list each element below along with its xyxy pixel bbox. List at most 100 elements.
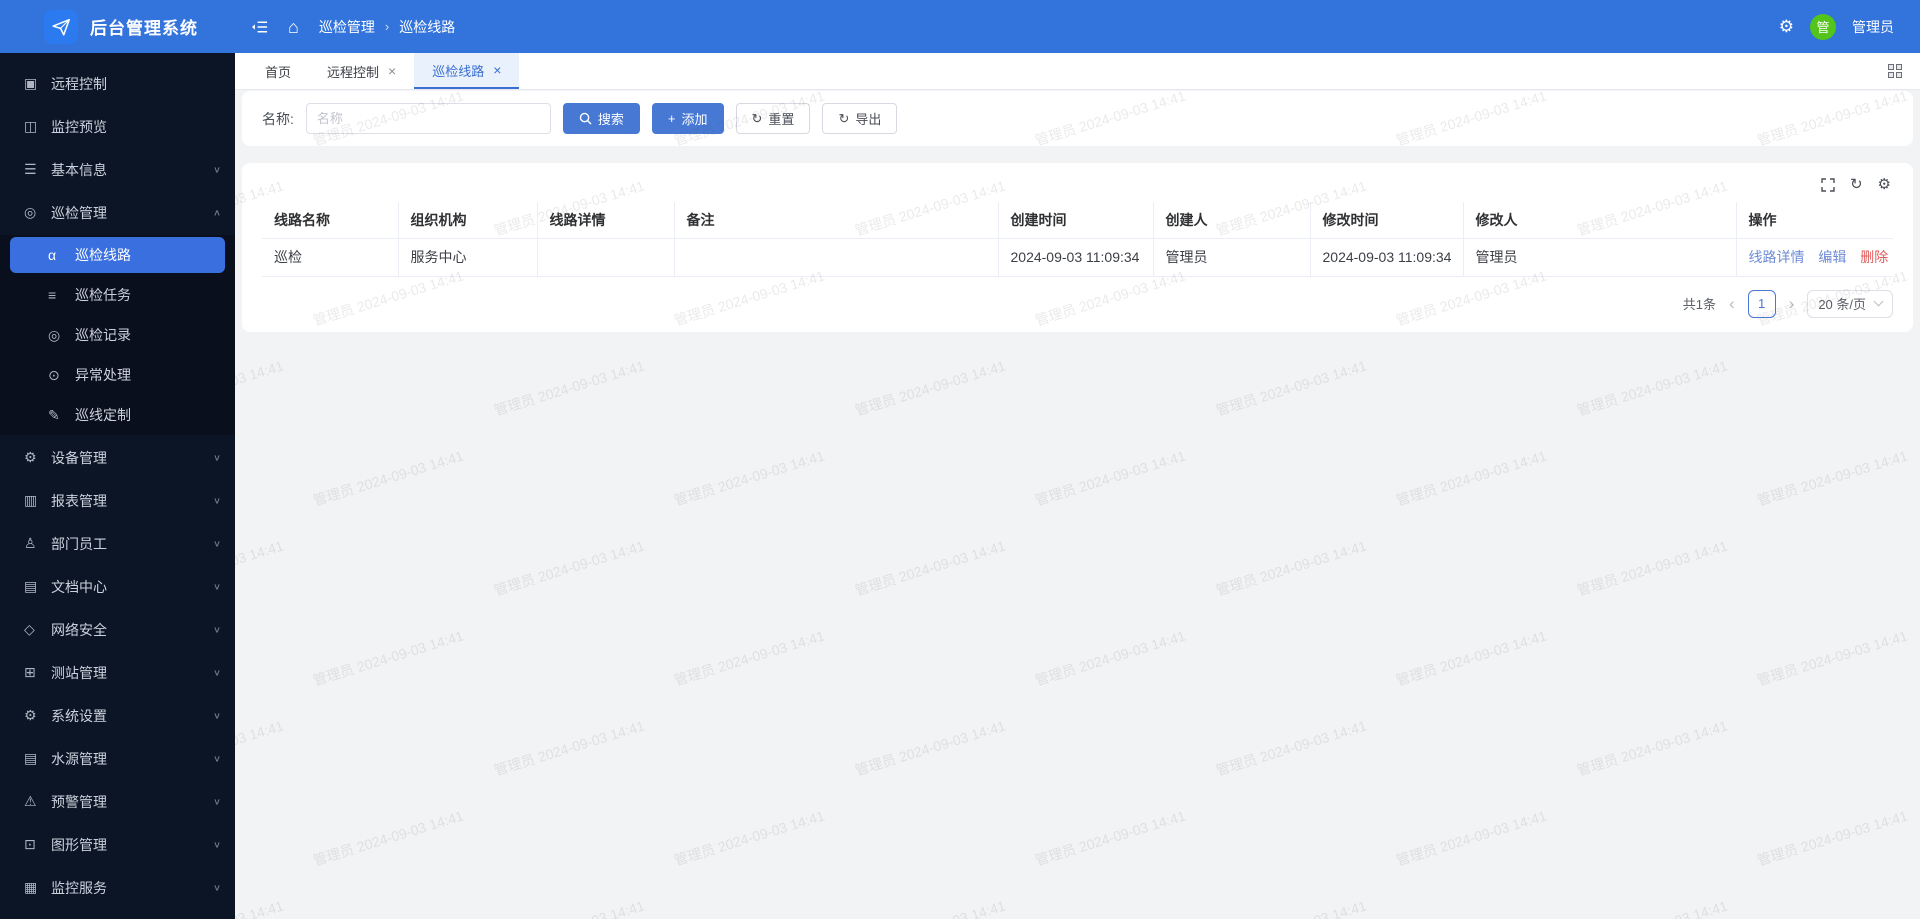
filter-bar: 名称: 搜索 + 添加 ↻ 重置 <box>242 91 1913 146</box>
scan-icon: ⊡ <box>24 836 36 852</box>
sidebar-item-remote-control[interactable]: ▣ 远程控制 <box>0 63 235 104</box>
sidebar-item-inspection-record[interactable]: ◎ 巡检记录 <box>0 315 235 355</box>
brand: 后台管理系统 <box>0 9 235 44</box>
sidebar-item-code-generation[interactable]: ▧ 代码生成 ∨ <box>0 910 235 919</box>
chevron-icon: ∨ <box>212 797 221 807</box>
sidebar-item-basic-info[interactable]: ☰ 基本信息 ∨ <box>0 149 235 190</box>
watermark-text: 管理员 2024-09-03 14:41 <box>1574 896 1729 919</box>
table-card: ↻ ⚙ 线路名称 组织机构 线路详情 备注 创建时间 创建人 修改时间 修改人 … <box>242 163 1913 332</box>
watermark-text: 管理员 2024-09-03 14:41 <box>311 627 466 689</box>
watermark-text: 管理员 2024-09-03 14:41 <box>1394 447 1549 509</box>
close-icon[interactable]: × <box>388 64 396 78</box>
watermark-text: 管理员 2024-09-03 14:41 <box>235 717 286 778</box>
page-size-select[interactable]: 20 条/页 <box>1807 289 1893 318</box>
search-button[interactable]: 搜索 <box>562 103 640 134</box>
chevron-icon: ∨ <box>212 496 221 506</box>
sidebar-item-inspection-mgmt[interactable]: ◎ 巡检管理 ∧ <box>0 192 235 233</box>
sidebar-item-label: 设备管理 <box>51 449 107 466</box>
document-icon: ▤ <box>24 750 38 766</box>
record-icon: ◎ <box>48 326 61 343</box>
name-filter-input[interactable] <box>305 103 551 134</box>
watermark-text: 管理员 2024-09-03 14:41 <box>1213 896 1368 919</box>
cell-actions: 线路详情 编辑 删除 <box>1736 238 1893 277</box>
sidebar-item-water-source[interactable]: ▤ 水源管理 ∨ <box>0 738 235 779</box>
chevron-icon: ∨ <box>212 668 221 678</box>
sidebar-item-label: 基本信息 <box>51 161 107 178</box>
sidebar-item-exception-handle[interactable]: ⊙ 异常处理 <box>0 355 235 395</box>
sidebar-item-inspection-task[interactable]: ≡ 巡检任务 <box>0 275 235 315</box>
tab-inspection-route[interactable]: 巡检线路 × <box>414 53 520 89</box>
column-header: 线路详情 <box>537 202 675 239</box>
layout-grid-icon[interactable] <box>1888 64 1902 78</box>
sidebar-item-label: 水源管理 <box>51 750 107 767</box>
shield-icon: ◇ <box>24 621 35 637</box>
table-settings-icon[interactable]: ⚙ <box>1878 177 1891 192</box>
avatar[interactable]: 管 <box>1810 13 1836 40</box>
sidebar-item-device-mgmt[interactable]: ⚙ 设备管理 ∨ <box>0 437 235 478</box>
tab-label: 远程控制 <box>327 64 380 80</box>
next-page-icon[interactable]: › <box>1789 295 1795 312</box>
chevron-icon: ∧ <box>212 208 221 218</box>
tabbar-right <box>1888 53 1920 89</box>
breadcrumb-current[interactable]: 巡检线路 <box>399 17 455 37</box>
add-button[interactable]: + 添加 <box>651 103 724 134</box>
sidebar-item-system-settings[interactable]: ⚙ 系统设置 ∨ <box>0 695 235 736</box>
settings-gear-icon[interactable]: ⚙ <box>1779 18 1794 35</box>
topbar-right: ⚙ 管 管理员 <box>1779 13 1894 40</box>
table-header-row: 线路名称 组织机构 线路详情 备注 创建时间 创建人 修改时间 修改人 操作 <box>262 202 1893 239</box>
chevron-icon: ∨ <box>212 840 221 850</box>
watermark-text: 管理员 2024-09-03 14:41 <box>311 807 466 869</box>
tab-remote-control[interactable]: 远程控制 × <box>309 53 414 89</box>
tab-bar: 首页 远程控制 × 巡检线路 × <box>235 53 1920 90</box>
watermark-text: 管理员 2024-09-03 14:41 <box>492 537 647 599</box>
sidebar-item-label: 远程控制 <box>51 75 107 92</box>
sidebar-item-alert-mgmt[interactable]: ⚠ 预警管理 ∨ <box>0 781 235 822</box>
export-button[interactable]: ↻ 导出 <box>822 103 898 134</box>
close-icon[interactable]: × <box>493 63 501 77</box>
watermark-text: 管理员 2024-09-03 14:41 <box>852 896 1007 919</box>
sidebar-item-department-staff[interactable]: ♙ 部门员工 ∨ <box>0 523 235 564</box>
tab-label: 首页 <box>265 64 292 80</box>
list-icon: ☰ <box>24 161 37 177</box>
sidebar-collapse-icon[interactable] <box>251 20 268 34</box>
refresh-icon[interactable]: ↻ <box>1850 177 1863 192</box>
monitor-icon: ▣ <box>24 75 38 91</box>
watermark-text: 管理员 2024-09-03 14:41 <box>235 537 286 598</box>
prev-page-icon[interactable]: ‹ <box>1729 295 1735 312</box>
cell-modifier: 管理员 <box>1463 238 1737 277</box>
tab-home[interactable]: 首页 <box>247 53 309 89</box>
sidebar-item-document-center[interactable]: ▤ 文档中心 ∨ <box>0 566 235 607</box>
app-window: 后台管理系统 ⌂ 巡检管理 › 巡检线路 ⚙ 管 管理员 ▣ 远程控制 ◫ 监控… <box>0 0 1920 919</box>
fullscreen-icon[interactable] <box>1821 177 1835 192</box>
sidebar-item-monitor-service[interactable]: ▦ 监控服务 ∨ <box>0 867 235 908</box>
chevron-icon: ∨ <box>212 539 221 549</box>
home-icon[interactable]: ⌂ <box>288 18 299 36</box>
sidebar-item-label: 巡线定制 <box>75 407 131 423</box>
page-number-button[interactable]: 1 <box>1747 289 1776 318</box>
delete-link[interactable]: 删除 <box>1860 249 1888 265</box>
watermark-text: 管理员 2024-09-03 14:41 <box>672 627 827 689</box>
edit-link[interactable]: 编辑 <box>1818 249 1846 265</box>
sidebar-item-graphics-mgmt[interactable]: ⊡ 图形管理 ∨ <box>0 824 235 865</box>
username[interactable]: 管理员 <box>1852 17 1894 37</box>
cell-creator: 管理员 <box>1153 238 1311 277</box>
sidebar-item-report-mgmt[interactable]: ▥ 报表管理 ∨ <box>0 480 235 521</box>
table-row: 巡检 服务中心 2024-09-03 11:09:34 管理员 2024-09-… <box>262 238 1893 277</box>
chevron-icon: ∨ <box>212 883 221 893</box>
sidebar-item-station-mgmt[interactable]: ⊞ 测站管理 ∨ <box>0 652 235 693</box>
breadcrumb-parent[interactable]: 巡检管理 <box>319 17 375 37</box>
route-detail-link[interactable]: 线路详情 <box>1749 249 1805 265</box>
document-icon: ▤ <box>24 578 38 594</box>
sidebar-item-route-custom[interactable]: ✎ 巡线定制 <box>0 395 235 435</box>
route-icon: α <box>48 247 57 263</box>
main-content: 首页 远程控制 × 巡检线路 × 名称: 名称 搜索 + 添加 ↻ 重置 ↻ 导… <box>235 53 1920 919</box>
sidebar-item-monitor-preview[interactable]: ◫ 监控预览 <box>0 106 235 147</box>
sidebar-item-network-security[interactable]: ◇ 网络安全 ∨ <box>0 609 235 650</box>
watermark-text: 管理员 2024-09-03 14:41 <box>1394 627 1549 689</box>
watermark-text: 管理员 2024-09-03 14:41 <box>1214 357 1369 419</box>
column-header: 修改人 <box>1463 202 1737 239</box>
watermark-text: 管理员 2024-09-03 14:41 <box>491 896 646 919</box>
sidebar-item-label: 监控预览 <box>51 118 107 135</box>
reset-button[interactable]: ↻ 重置 <box>735 103 811 134</box>
sidebar-item-inspection-route[interactable]: α 巡检线路 <box>0 235 235 275</box>
